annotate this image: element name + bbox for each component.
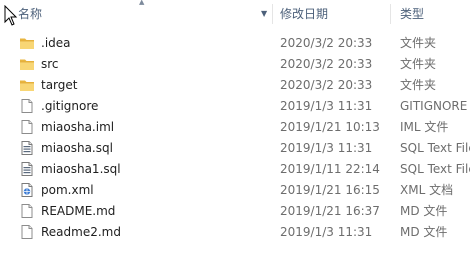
file-row[interactable]: miaosha1.sql 2019/1/11 22:14 SQL Text File: [0, 159, 470, 180]
file-name: miaosha1.sql: [41, 162, 121, 176]
file-modified-date: 2019/1/11 22:14: [280, 162, 380, 176]
file-icon: [19, 98, 35, 114]
file-type: MD 文件: [400, 204, 448, 218]
file-name: miaosha.iml: [41, 120, 115, 134]
file-name: .gitignore: [41, 99, 99, 113]
folder-icon: [19, 56, 35, 72]
file-name: .idea: [41, 36, 71, 50]
file-modified-date: 2019/1/21 16:15: [280, 183, 380, 197]
file-modified-date: 2020/3/2 20:33: [280, 78, 373, 92]
file-icon: [19, 203, 35, 219]
file-type: SQL Text File: [400, 162, 470, 176]
sort-ascending-icon: ▲: [139, 0, 145, 6]
file-modified-date: 2019/1/21 16:37: [280, 204, 380, 218]
sql-file-icon: [19, 140, 35, 156]
file-row[interactable]: miaosha.iml 2019/1/21 10:13 IML 文件: [0, 117, 470, 138]
file-type: GITIGNORE: [400, 99, 468, 113]
name-column-label: 名称: [18, 7, 43, 21]
chevron-down-icon[interactable]: ▼: [261, 0, 267, 28]
date-column-label: 修改日期: [280, 7, 329, 21]
file-type: 文件夹: [400, 78, 437, 92]
file-modified-date: 2020/3/2 20:33: [280, 57, 373, 71]
file-explorer-window: 名称 ▲ ▼ 修改日期 类型 .idea 2020/3/2 20:33 文件夹 src…: [0, 0, 470, 262]
file-row[interactable]: Readme2.md 2019/1/3 11:31 MD 文件: [0, 222, 470, 243]
file-row[interactable]: .gitignore 2019/1/3 11:31 GITIGNORE: [0, 96, 470, 117]
file-row[interactable]: miaosha.sql 2019/1/3 11:31 SQL Text File: [0, 138, 470, 159]
file-icon: [19, 224, 35, 240]
folder-icon: [19, 77, 35, 93]
sql-file-icon: [19, 161, 35, 177]
type-column-label: 类型: [400, 7, 425, 21]
file-type: XML 文档: [400, 183, 454, 197]
file-name: target: [41, 78, 78, 92]
date-column-header[interactable]: 修改日期: [272, 0, 390, 28]
file-name: src: [41, 57, 59, 71]
file-name: Readme2.md: [41, 225, 121, 239]
file-modified-date: 2019/1/3 11:31: [280, 225, 373, 239]
file-modified-date: 2020/3/2 20:33: [280, 36, 373, 50]
file-row[interactable]: target 2020/3/2 20:33 文件夹: [0, 75, 470, 96]
file-name: README.md: [41, 204, 116, 218]
file-modified-date: 2019/1/3 11:31: [280, 141, 373, 155]
file-row[interactable]: pom.xml 2019/1/21 16:15 XML 文档: [0, 180, 470, 201]
type-column-header[interactable]: 类型: [390, 0, 470, 28]
file-type: 文件夹: [400, 57, 437, 71]
file-modified-date: 2019/1/21 10:13: [280, 120, 380, 134]
file-modified-date: 2019/1/3 11:31: [280, 99, 373, 113]
name-column-header[interactable]: 名称 ▲ ▼: [0, 0, 272, 28]
xml-file-icon: [19, 182, 35, 198]
file-name: miaosha.sql: [41, 141, 113, 155]
file-row[interactable]: .idea 2020/3/2 20:33 文件夹: [0, 33, 470, 54]
file-type: SQL Text File: [400, 141, 470, 155]
column-header-bar: 名称 ▲ ▼ 修改日期 类型: [0, 0, 470, 28]
file-type: IML 文件: [400, 120, 449, 134]
file-name: pom.xml: [41, 183, 94, 197]
file-row[interactable]: src 2020/3/2 20:33 文件夹: [0, 54, 470, 75]
file-row[interactable]: README.md 2019/1/21 16:37 MD 文件: [0, 201, 470, 222]
file-type: 文件夹: [400, 36, 437, 50]
file-icon: [19, 119, 35, 135]
file-type: MD 文件: [400, 225, 448, 239]
folder-icon: [19, 35, 35, 51]
